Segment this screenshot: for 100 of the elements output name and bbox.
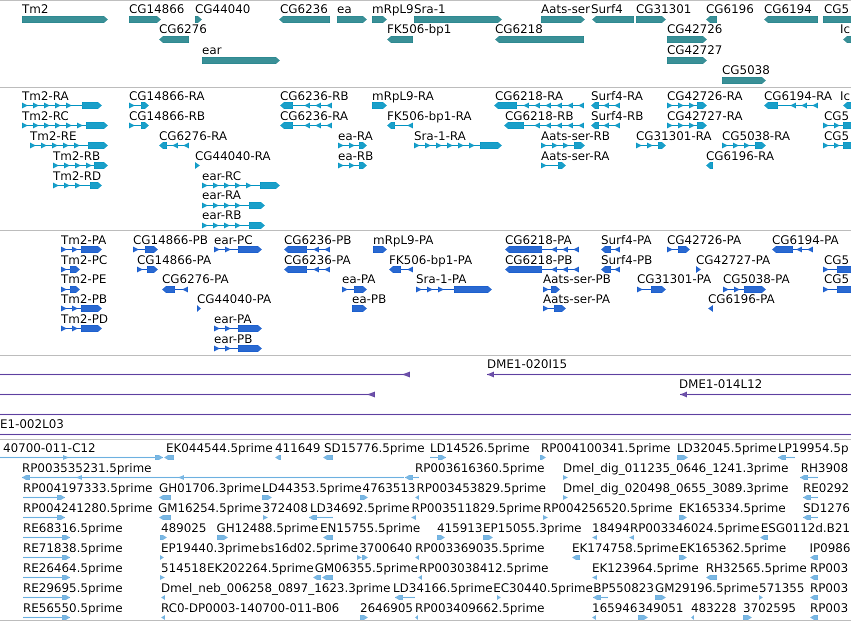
transcript-bar[interactable] [22, 122, 108, 129]
est-bar[interactable] [360, 614, 368, 620]
est-bar[interactable] [563, 475, 568, 480]
gene-bar[interactable] [372, 16, 387, 22]
est-bar[interactable] [572, 555, 580, 560]
transcript-bar[interactable] [541, 142, 585, 149]
est-bar[interactable] [810, 594, 818, 600]
protein-bar[interactable] [214, 325, 262, 332]
protein-bar[interactable] [601, 246, 620, 253]
est-bar[interactable] [677, 455, 688, 460]
est-bar[interactable] [161, 594, 165, 600]
gene-bar[interactable] [636, 16, 666, 22]
transcript-bar[interactable] [504, 122, 584, 129]
transcript-bar[interactable] [195, 162, 200, 169]
protein-bar[interactable] [342, 286, 367, 293]
gene-bar[interactable] [823, 16, 851, 22]
est-bar[interactable] [430, 455, 446, 460]
est-bar[interactable] [23, 495, 65, 500]
gene-bar[interactable] [387, 36, 413, 43]
est-bar[interactable] [415, 614, 418, 620]
gene-bar[interactable] [279, 16, 330, 22]
transcript-bar[interactable] [541, 162, 566, 169]
est-bar[interactable] [415, 555, 419, 560]
est-bar[interactable] [405, 475, 419, 480]
transcript-bar[interactable] [202, 182, 280, 189]
est-bar[interactable] [679, 555, 687, 560]
protein-bar[interactable] [823, 286, 851, 293]
transcript-bar[interactable] [280, 122, 332, 129]
protein-bar[interactable] [505, 266, 579, 273]
protein-bar[interactable] [284, 266, 330, 273]
gene-bar[interactable] [202, 56, 280, 64]
protein-bar[interactable] [505, 246, 579, 253]
est-bar[interactable] [160, 555, 164, 560]
protein-bar[interactable] [61, 266, 80, 273]
est-bar[interactable] [160, 574, 165, 580]
est-bar[interactable] [810, 555, 818, 560]
transcript-bar[interactable] [53, 162, 108, 169]
gene-bar[interactable] [337, 16, 367, 22]
protein-bar[interactable] [61, 325, 102, 332]
transcript-bar[interactable] [159, 142, 189, 149]
est-bar[interactable] [217, 535, 228, 540]
protein-bar[interactable] [389, 266, 413, 273]
est-bar[interactable] [323, 455, 333, 460]
protein-bar[interactable] [133, 246, 158, 253]
transcript-bar[interactable] [414, 142, 502, 149]
transcript-bar[interactable] [823, 142, 851, 149]
est-bar[interactable] [160, 535, 167, 540]
est-bar[interactable] [262, 495, 272, 500]
gene-bar[interactable] [764, 16, 818, 22]
protein-bar[interactable] [61, 286, 80, 293]
est-bar[interactable] [23, 574, 70, 580]
est-bar[interactable] [483, 535, 493, 540]
est-bar[interactable] [743, 614, 752, 620]
gene-bar[interactable] [592, 16, 634, 22]
est-bar[interactable] [655, 594, 666, 600]
transcript-bar[interactable] [722, 142, 766, 149]
gene-bar[interactable] [22, 16, 108, 22]
est-bar[interactable] [309, 515, 333, 520]
est-bar[interactable] [760, 535, 768, 540]
est-bar[interactable] [161, 614, 165, 620]
protein-bar[interactable] [543, 305, 566, 312]
protein-bar[interactable] [772, 246, 813, 253]
protein-bar[interactable] [601, 266, 620, 273]
transcript-bar[interactable] [843, 102, 851, 110]
est-bar[interactable] [164, 455, 174, 460]
est-bar[interactable] [415, 495, 419, 500]
est-bar[interactable] [540, 455, 546, 460]
protein-bar[interactable] [284, 246, 330, 253]
gene-bar[interactable] [195, 16, 202, 22]
est-bar[interactable] [362, 555, 368, 560]
est-bar[interactable] [23, 555, 70, 560]
est-bar[interactable] [691, 614, 694, 620]
protein-bar[interactable] [61, 305, 102, 312]
est-bar[interactable] [759, 594, 763, 600]
est-bar[interactable] [803, 515, 818, 520]
transcript-bar[interactable] [494, 102, 584, 110]
est-bar[interactable] [810, 614, 818, 620]
est-bar[interactable] [437, 535, 445, 540]
gene-bar[interactable] [706, 16, 717, 22]
gene-bar[interactable] [495, 36, 584, 43]
est-bar[interactable] [679, 515, 687, 520]
transcript-bar[interactable] [372, 102, 387, 110]
protein-bar[interactable] [214, 246, 262, 253]
est-bar[interactable] [395, 594, 415, 600]
est-bar[interactable] [159, 515, 171, 520]
est-bar[interactable] [357, 555, 362, 560]
transcript-bar[interactable] [202, 222, 265, 228]
est-bar[interactable] [629, 535, 634, 540]
protein-bar[interactable] [214, 345, 262, 352]
protein-bar[interactable] [723, 286, 766, 293]
est-bar[interactable] [800, 475, 818, 480]
est-bar[interactable] [497, 594, 501, 600]
gene-bar[interactable] [541, 16, 585, 22]
est-bar[interactable] [23, 594, 70, 600]
transcript-bar[interactable] [823, 122, 851, 129]
transcript-bar[interactable] [30, 142, 108, 149]
protein-bar[interactable] [352, 305, 367, 312]
transcript-bar[interactable] [53, 182, 102, 189]
protein-bar[interactable] [708, 305, 713, 312]
est-bar[interactable] [23, 515, 65, 520]
